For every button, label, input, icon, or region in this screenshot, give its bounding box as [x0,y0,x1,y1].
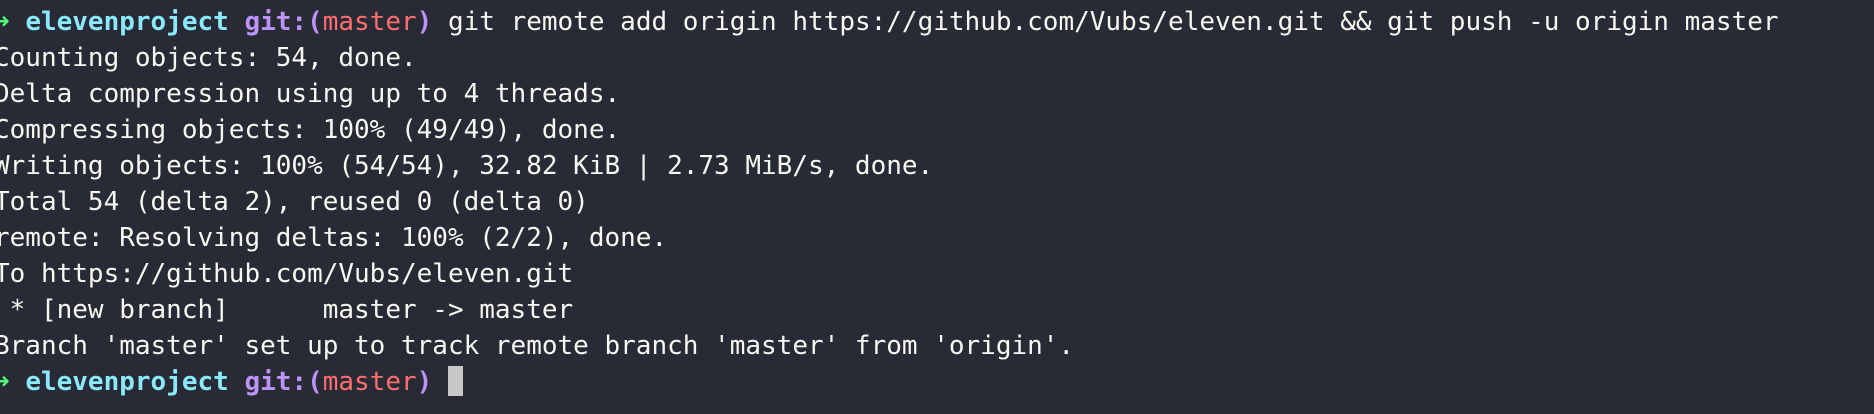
output-line: remote: Resolving deltas: 100% (2/2), do… [0,223,668,253]
output-line: Writing objects: 100% (54/54), 32.82 KiB… [0,151,934,181]
output-line: Delta compression using up to 4 threads. [0,79,621,109]
terminal-output: ➜ elevenproject git:(master) git remote … [0,4,1779,400]
prompt-git-suffix: ) [416,7,433,37]
output-line: Counting objects: 54, done. [0,43,417,73]
prompt-git-suffix: ) [416,367,433,397]
prompt-branch: master [322,367,417,397]
prompt-directory: elevenproject [25,367,229,397]
output-line: Branch 'master' set up to track remote b… [0,331,1075,361]
command-line: ➜ elevenproject git:(master) git remote … [0,4,1779,40]
output-line: Total 54 (delta 2), reused 0 (delta 0) [0,187,589,217]
terminal-window[interactable]: ➜ elevenproject git:(master) git remote … [0,0,1874,414]
active-prompt-line[interactable]: ➜ elevenproject git:(master) [0,364,1779,400]
prompt-arrow-icon: ➜ [0,367,10,397]
prompt-branch: master [322,7,417,37]
prompt-directory: elevenproject [25,7,229,37]
command-text: git remote add origin https://github.com… [447,7,1779,37]
text-cursor[interactable] [447,366,463,396]
output-line: To https://github.com/Vubs/eleven.git [0,259,574,289]
output-line: * [new branch] master -> master [0,295,574,325]
prompt-git-prefix: git:( [244,7,323,37]
prompt-arrow-icon: ➜ [0,7,10,37]
output-line: Compressing objects: 100% (49/49), done. [0,115,621,145]
prompt-git-prefix: git:( [244,367,323,397]
